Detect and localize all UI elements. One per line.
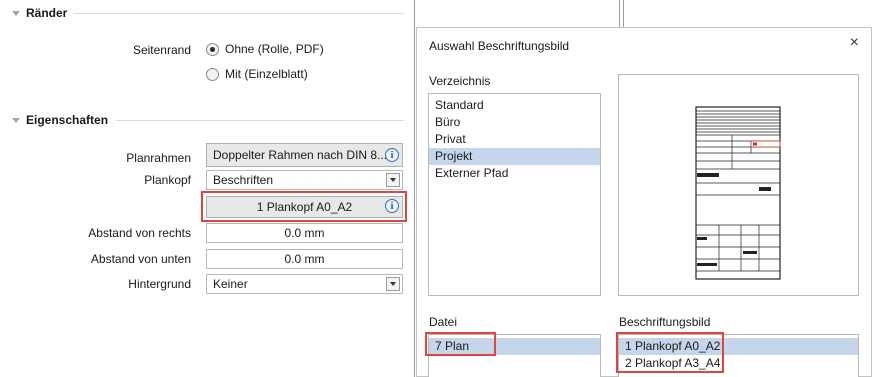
radio-ohne[interactable]: Ohne (Rolle, PDF)	[206, 42, 324, 56]
planrahmen-value: Doppelter Rahmen nach DIN 8...	[213, 148, 388, 162]
plankopf-label: Plankopf	[144, 173, 191, 187]
dialog-title: Auswahl Beschriftungsbild	[429, 39, 570, 53]
chevron-down-icon[interactable]	[386, 277, 400, 291]
seitenrand-label: Seitenrand	[132, 43, 191, 57]
hintergrund-select[interactable]: Keiner	[206, 274, 403, 294]
radio-ohne-button[interactable]	[206, 42, 219, 56]
radio-mit[interactable]: Mit (Einzelblatt)	[206, 67, 308, 81]
planrahmen-field[interactable]: Doppelter Rahmen nach DIN 8... i	[206, 143, 403, 167]
verzeichnis-item-extern[interactable]: Externer Pfad	[429, 165, 600, 182]
verzeichnis-item-privat[interactable]: Privat	[429, 131, 600, 148]
radio-ohne-label: Ohne (Rolle, PDF)	[225, 42, 324, 56]
section-raender[interactable]: Ränder	[12, 6, 67, 20]
collapse-triangle-icon[interactable]	[12, 10, 20, 16]
verzeichnis-item-standard[interactable]: Standard	[429, 97, 600, 114]
abstand-unten-value: 0.0 mm	[284, 252, 325, 266]
settings-panel: Ränder Seitenrand Ohne (Rolle, PDF) Mit …	[0, 0, 418, 377]
verzeichnis-list[interactable]: Standard Büro Privat Projekt Externer Pf…	[428, 93, 601, 296]
highlight-frame	[201, 191, 407, 222]
verzeichnis-item-projekt[interactable]: Projekt	[429, 148, 600, 165]
section-divider	[74, 6, 404, 20]
planrahmen-label: Planrahmen	[126, 151, 191, 165]
abstand-rechts-value: 0.0 mm	[284, 226, 325, 240]
beschriftungsbild-dialog: Auswahl Beschriftungsbild × Verzeichnis …	[416, 27, 872, 377]
highlight-frame	[425, 332, 496, 356]
verzeichnis-item-buero[interactable]: Büro	[429, 114, 600, 131]
verzeichnis-label: Verzeichnis	[429, 74, 491, 88]
plankopf-select[interactable]: Beschriften	[206, 170, 403, 190]
section-divider	[116, 113, 404, 127]
panel-divider	[414, 0, 415, 377]
section-eigenschaften-title: Eigenschaften	[26, 113, 109, 127]
datei-label: Datei	[429, 315, 458, 329]
title-block-drawing	[695, 106, 781, 280]
radio-mit-button[interactable]	[206, 67, 219, 81]
panel-divider	[623, 0, 624, 27]
collapse-triangle-icon[interactable]	[12, 117, 20, 123]
radio-mit-label: Mit (Einzelblatt)	[225, 67, 308, 81]
chevron-down-icon[interactable]	[386, 173, 400, 187]
hintergrund-label: Hintergrund	[128, 277, 191, 291]
abstand-unten-label: Abstand von unten	[90, 252, 191, 266]
highlight-frame	[616, 332, 724, 373]
section-eigenschaften[interactable]: Eigenschaften	[12, 113, 108, 127]
abstand-unten-input[interactable]: 0.0 mm	[206, 249, 403, 269]
plankopf-preview-image	[618, 74, 859, 296]
abstand-rechts-input[interactable]: 0.0 mm	[206, 223, 403, 243]
info-icon[interactable]: i	[385, 148, 399, 162]
close-icon[interactable]: ×	[850, 34, 859, 52]
section-raender-title: Ränder	[26, 6, 68, 20]
abstand-rechts-label: Abstand von rechts	[88, 226, 191, 240]
panel-divider	[619, 0, 620, 27]
plankopf-value: Beschriften	[213, 173, 274, 187]
beschriftungsbild-label: Beschriftungsbild	[619, 315, 711, 329]
hintergrund-value: Keiner	[213, 277, 248, 291]
